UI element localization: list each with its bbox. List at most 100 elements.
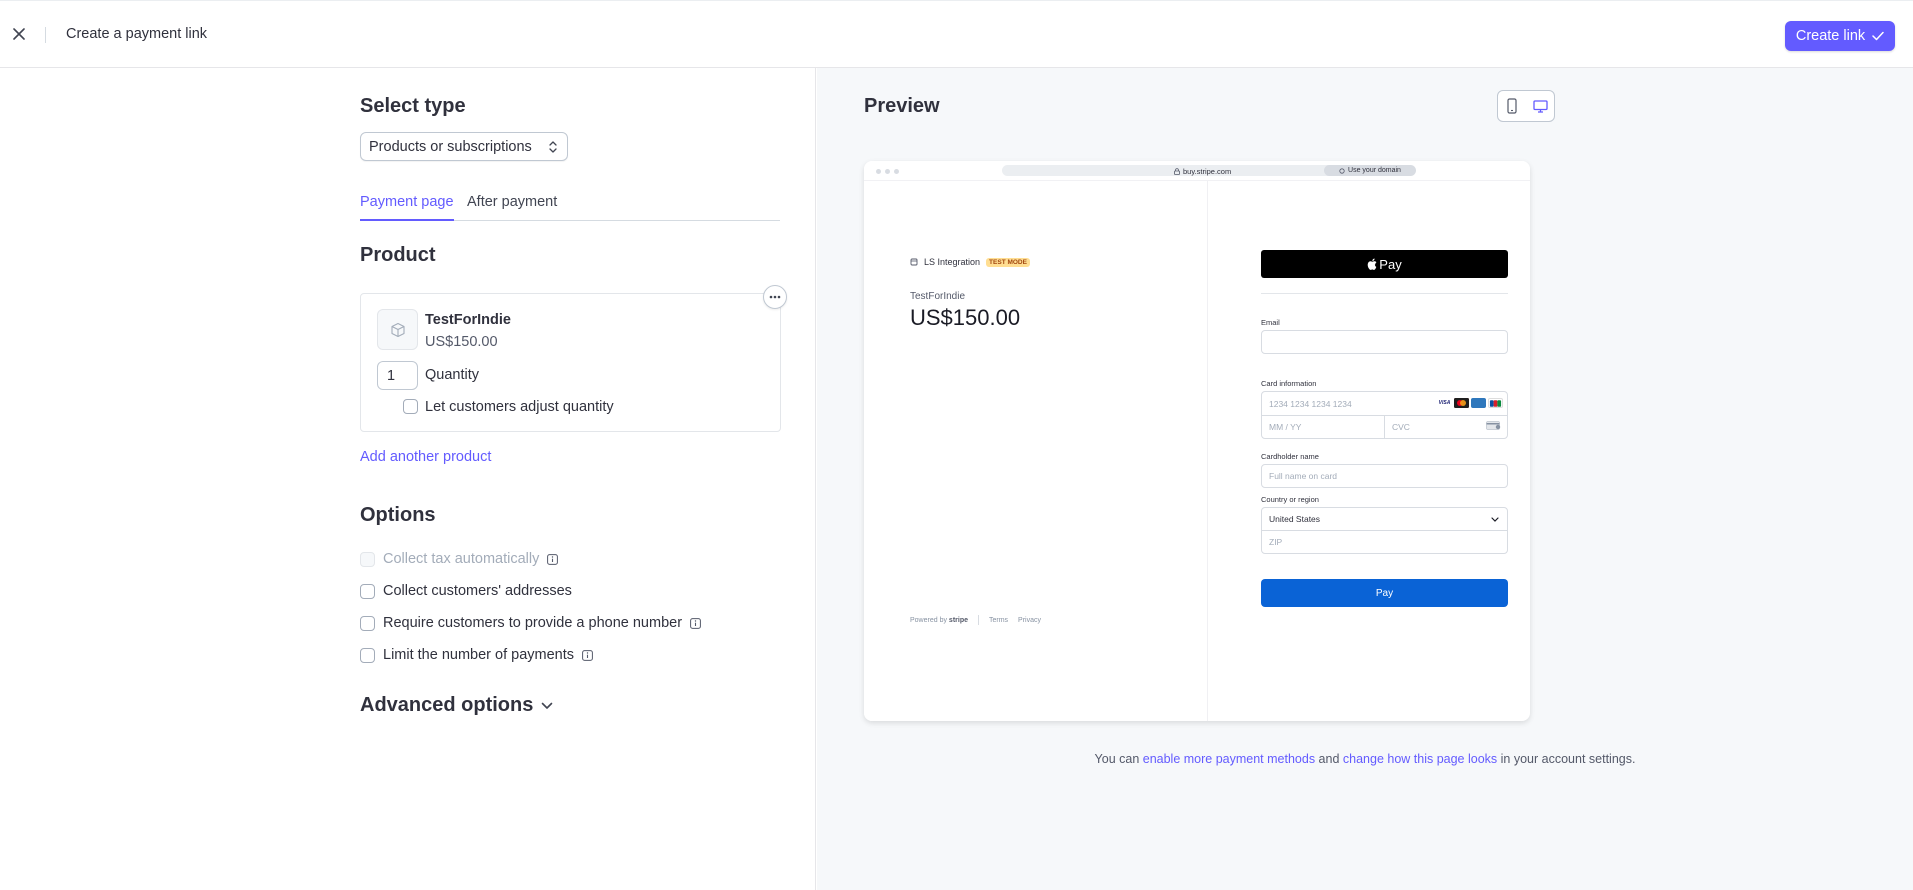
expiry-field[interactable]: MM / YY xyxy=(1262,416,1385,438)
checkout-price: US$150.00 xyxy=(910,305,1021,330)
stripe-wordmark: stripe xyxy=(948,616,968,624)
checkout-summary: LS Integration TEST MODE TestForIndie US… xyxy=(864,181,1208,721)
adjust-quantity-checkbox[interactable] xyxy=(403,399,418,414)
require-phone-checkbox[interactable] xyxy=(360,615,375,631)
tab-payment-page[interactable]: Payment page xyxy=(360,194,454,221)
option-collect-tax: Collect tax automatically xyxy=(360,550,559,568)
create-link-button[interactable]: Create link xyxy=(1785,21,1895,51)
country-label: Country or region xyxy=(1261,495,1319,504)
checkout-preview-window: buy.stripe.com Use your domain LS Integr… xyxy=(864,161,1530,721)
visa-icon: VISA xyxy=(1437,398,1452,408)
url-text: buy.stripe.com xyxy=(1174,167,1231,176)
option-require-phone[interactable]: Require customers to provide a phone num… xyxy=(360,614,701,632)
mastercard-icon xyxy=(1454,398,1469,408)
option-limit-payments[interactable]: Limit the number of payments xyxy=(360,646,593,664)
collect-addresses-checkbox[interactable] xyxy=(360,583,375,599)
advanced-options-toggle[interactable]: Advanced options xyxy=(360,694,553,717)
apple-pay-label: Pay xyxy=(1379,256,1402,272)
card-info-field: 1234 1234 1234 1234 VISA MM / YY CVC xyxy=(1261,391,1508,439)
tab-bar: Payment page After payment xyxy=(360,194,780,221)
privacy-link[interactable]: Privacy xyxy=(1018,617,1041,624)
info-icon[interactable] xyxy=(582,649,593,661)
merchant-row: LS Integration TEST MODE xyxy=(910,257,1030,267)
product-more-button[interactable] xyxy=(763,285,787,309)
preview-panel: Preview buy.stripe.com Use your domain L xyxy=(817,68,1913,890)
email-label: Email xyxy=(1261,318,1280,327)
product-price: US$150.00 xyxy=(425,334,498,350)
url-label: buy.stripe.com xyxy=(1183,167,1232,176)
desktop-icon xyxy=(1532,99,1548,113)
type-select[interactable]: Products or subscriptions xyxy=(360,132,568,161)
product-thumbnail xyxy=(377,309,418,350)
close-icon[interactable] xyxy=(10,25,28,43)
form-panel: Select type Products or subscriptions Pa… xyxy=(0,68,816,890)
device-toggle xyxy=(1497,90,1555,122)
window-dots xyxy=(876,169,899,174)
expiry-placeholder: MM / YY xyxy=(1269,422,1302,432)
chevron-down-icon xyxy=(542,702,553,709)
collect-addresses-label: Collect customers' addresses xyxy=(383,583,572,599)
collect-tax-checkbox xyxy=(360,551,375,567)
create-link-label: Create link xyxy=(1795,28,1866,44)
change-page-look-link[interactable]: change how this page looks xyxy=(1343,752,1497,766)
pay-button[interactable]: Pay xyxy=(1261,579,1508,607)
enable-payment-methods-link[interactable]: enable more payment methods xyxy=(1143,752,1315,766)
settings-note: You can enable more payment methods and … xyxy=(817,751,1913,767)
refresh-icon xyxy=(1339,167,1345,174)
amex-icon xyxy=(1471,398,1486,408)
use-your-domain-button[interactable]: Use your domain xyxy=(1324,165,1416,176)
checkout-form: Pay Email Card information 1234 1234 123… xyxy=(1208,181,1530,721)
page-title: Create a payment link xyxy=(66,26,208,42)
header-divider xyxy=(45,27,46,43)
card-brands: VISA xyxy=(1437,398,1503,408)
select-type-heading: Select type xyxy=(360,95,466,117)
adjust-quantity-label: Let customers adjust quantity xyxy=(425,399,614,415)
note-text-1: You can xyxy=(1094,752,1143,766)
product-card: TestForIndie US$150.00 1 Quantity Let cu… xyxy=(360,293,781,432)
apple-pay-button[interactable]: Pay xyxy=(1261,250,1508,278)
cardholder-placeholder: Full name on card xyxy=(1269,471,1338,481)
country-value: United States xyxy=(1269,514,1321,524)
country-block: United States ZIP xyxy=(1261,507,1508,554)
tab-after-payment[interactable]: After payment xyxy=(467,194,557,221)
add-another-product-link[interactable]: Add another product xyxy=(360,449,491,465)
store-icon xyxy=(910,258,918,266)
lock-icon xyxy=(1174,168,1180,175)
desktop-view-button[interactable] xyxy=(1526,91,1554,121)
use-your-domain-label: Use your domain xyxy=(1348,167,1401,174)
limit-payments-checkbox[interactable] xyxy=(360,647,375,663)
jcb-icon xyxy=(1488,398,1503,408)
merchant-name: LS Integration xyxy=(924,257,981,267)
check-icon xyxy=(1872,31,1884,41)
email-field[interactable] xyxy=(1261,330,1508,354)
info-icon[interactable] xyxy=(690,617,701,629)
preview-heading: Preview xyxy=(864,95,940,117)
powered-by: Powered by stripe xyxy=(910,617,968,624)
type-select-value: Products or subscriptions xyxy=(369,138,532,155)
phone-icon xyxy=(1507,98,1517,114)
note-text-2: and xyxy=(1315,752,1343,766)
cvc-placeholder: CVC xyxy=(1392,422,1410,432)
cvc-field[interactable]: CVC xyxy=(1385,416,1507,438)
browser-bar: buy.stripe.com Use your domain xyxy=(864,161,1530,181)
country-select[interactable]: United States xyxy=(1262,508,1507,531)
cardholder-field[interactable]: Full name on card xyxy=(1261,464,1508,488)
collect-tax-label: Collect tax automatically xyxy=(383,551,540,567)
updown-chevron-icon xyxy=(549,141,557,153)
footer-divider xyxy=(977,615,979,625)
card-number-field[interactable]: 1234 1234 1234 1234 VISA xyxy=(1262,392,1507,416)
mobile-view-button[interactable] xyxy=(1498,91,1526,121)
zip-placeholder: ZIP xyxy=(1269,537,1283,547)
terms-link[interactable]: Terms xyxy=(989,617,1008,624)
zip-field[interactable]: ZIP xyxy=(1262,531,1507,553)
card-info-label: Card information xyxy=(1261,379,1317,388)
checkout-footer: Powered by stripe Terms Privacy xyxy=(910,615,1041,625)
require-phone-label: Require customers to provide a phone num… xyxy=(383,615,683,631)
cvc-card-icon xyxy=(1486,421,1501,430)
info-icon[interactable] xyxy=(547,553,559,565)
option-collect-addresses[interactable]: Collect customers' addresses xyxy=(360,582,572,600)
quantity-input[interactable]: 1 xyxy=(377,361,418,390)
options-heading: Options xyxy=(360,504,436,526)
apple-icon xyxy=(1368,258,1377,270)
note-text-3: in your account settings. xyxy=(1497,752,1636,766)
